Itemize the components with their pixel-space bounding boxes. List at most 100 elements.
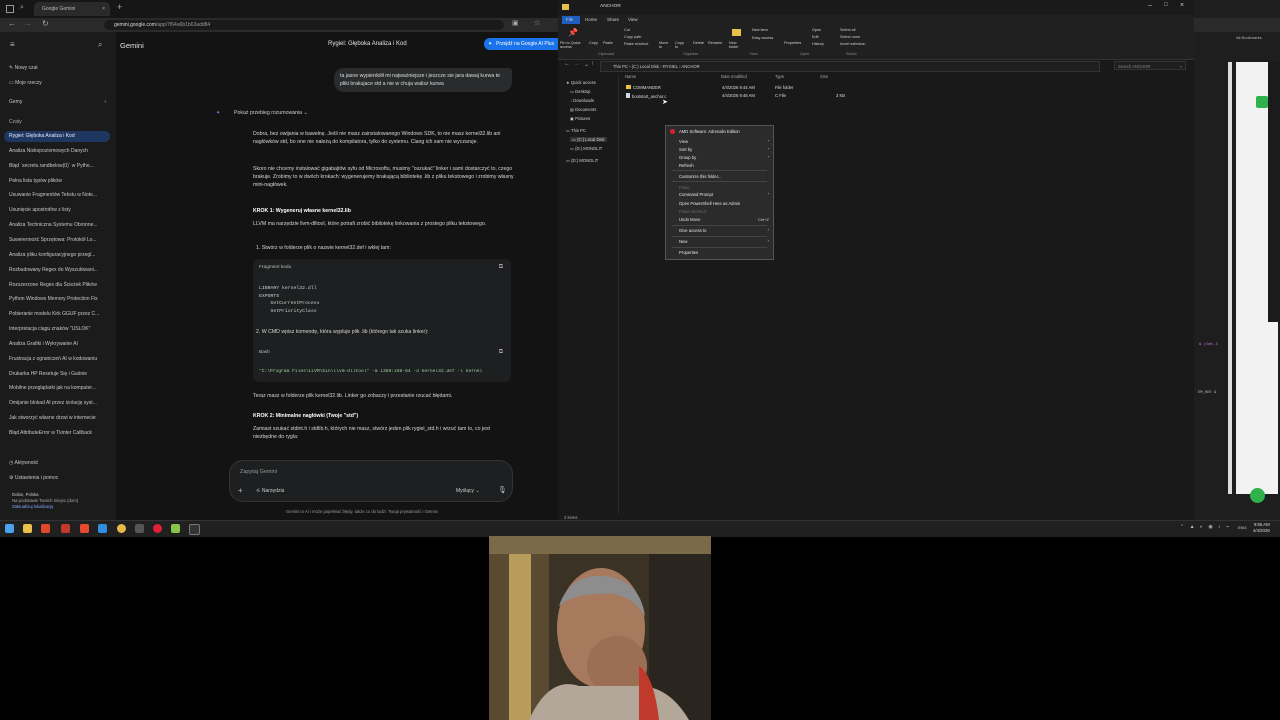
bookmarks-label[interactable]: All Bookmarks: [1236, 35, 1262, 40]
breadcrumb-rygiel[interactable]: RYGIEL: [663, 64, 678, 69]
context-menu-item[interactable]: Group by: [679, 155, 696, 160]
ribbon-tab-file-label[interactable]: File: [566, 17, 573, 22]
paste-shortcut-button[interactable]: Paste shortcut: [624, 42, 648, 46]
chat-list-item[interactable]: Drukarka HP Resetuje Się i Gaśnie: [4, 369, 110, 380]
nav-documents[interactable]: ▤ Documents: [570, 107, 596, 112]
back-icon[interactable]: ←: [8, 19, 16, 28]
nav-c-drive[interactable]: ▭ (C:) Local Disk: [570, 137, 607, 142]
upgrade-button[interactable]: ✦ Przejdź na Google AI Plus: [484, 38, 558, 50]
new-item-button[interactable]: New item: [752, 28, 768, 32]
my-content-button[interactable]: ▭ Moje rzeczy: [4, 78, 110, 89]
app-icon[interactable]: [80, 524, 89, 533]
green-check-icon[interactable]: [1256, 96, 1268, 108]
mic-icon[interactable]: 🎙: [498, 486, 507, 494]
chat-list-item[interactable]: Rozbudowany Regex do Wyszukiwani...: [4, 265, 110, 276]
tools-button[interactable]: ⚟ Narzędzia: [256, 488, 284, 494]
start-icon[interactable]: [5, 524, 14, 533]
extensions-icon[interactable]: ▣: [512, 19, 519, 27]
nav-this-pc[interactable]: ▭ This PC: [566, 128, 586, 133]
ribbon-tab-share[interactable]: Share: [607, 17, 619, 22]
clock[interactable]: 9:56 AM 4/4/2026: [1253, 522, 1270, 534]
scrollbar[interactable]: [1228, 62, 1232, 494]
context-menu-item[interactable]: Undo Move: [679, 217, 700, 222]
mode-selector[interactable]: Myślący ⌄: [456, 488, 480, 494]
chat-list-item[interactable]: Błąd `secrets.randbelow(0)` w Pytho...: [4, 161, 110, 172]
prompt-box[interactable]: Zapytaj Gemini + ⚟ Narzędzia Myślący ⌄ 🎙: [229, 460, 513, 502]
context-menu-item[interactable]: Command Prompt: [679, 192, 713, 197]
app-icon[interactable]: [153, 524, 162, 533]
new-tab-icon[interactable]: +: [117, 2, 122, 12]
terminal-icon[interactable]: [189, 524, 200, 535]
context-menu-item[interactable]: Sort by: [679, 147, 692, 152]
add-icon[interactable]: +: [238, 486, 243, 495]
search-box[interactable]: Search ANCHOR ⌕: [1114, 61, 1186, 70]
context-menu-item[interactable]: AMD Software: Adrenalin Edition: [679, 129, 740, 134]
explorer-task-icon[interactable]: [23, 524, 32, 533]
breadcrumb-pc[interactable]: This PC: [613, 64, 628, 69]
chat-list-item[interactable]: Błąd AttributeError w Tkinter Callback: [4, 428, 110, 439]
notepad-icon[interactable]: [171, 524, 180, 533]
bookmark-star-icon[interactable]: ☆: [534, 19, 540, 27]
chat-list-item[interactable]: Jak stworzyć własne drzwi w internecie: [4, 413, 110, 424]
nav-pictures[interactable]: ▣ Pictures: [570, 116, 590, 121]
nav-downloads[interactable]: ↓ Downloads: [570, 98, 594, 103]
context-menu-item[interactable]: Refresh: [679, 163, 694, 168]
paste-button[interactable]: Paste: [603, 41, 613, 45]
chat-list-item[interactable]: Python Windows Memory Protection Fix: [4, 294, 110, 305]
copy-icon[interactable]: ⧉: [499, 349, 503, 356]
context-menu-item[interactable]: Open PowerShell Here as Admin: [679, 201, 740, 206]
context-menu-item[interactable]: View: [679, 139, 688, 144]
breadcrumb-anchor[interactable]: ANCHOR: [681, 64, 699, 69]
forward-icon[interactable]: →: [574, 61, 580, 67]
prompt-input[interactable]: Zapytaj Gemini: [240, 469, 277, 475]
chat-list-item[interactable]: Interpretacja ciągu znaków "USLOK": [4, 324, 110, 335]
recent-icon[interactable]: ⌄: [584, 61, 589, 68]
column-size[interactable]: Size: [820, 74, 828, 79]
open-button[interactable]: Open: [812, 28, 821, 32]
activity-button[interactable]: ◷ Aktywność: [4, 458, 110, 469]
maximize-icon[interactable]: □: [1164, 2, 1168, 8]
sidebar-toggle-icon[interactable]: [6, 5, 14, 13]
reload-icon[interactable]: ↻: [42, 19, 49, 28]
history-button[interactable]: History: [812, 42, 824, 46]
context-menu-item[interactable]: Properties: [679, 250, 698, 255]
settings-button[interactable]: ⚙ Ustawienia i pomoc: [4, 473, 110, 484]
copy-path-button[interactable]: Copy path: [624, 35, 641, 39]
close-icon[interactable]: ×: [1180, 2, 1184, 9]
new-chat-button[interactable]: ✎ Nowy czat: [4, 63, 110, 74]
properties-button[interactable]: Properties: [784, 41, 801, 45]
column-name[interactable]: Name: [625, 74, 636, 79]
chat-list-item[interactable]: Omijanie blokad AI przez izolację syst..…: [4, 398, 110, 409]
tab-search-icon[interactable]: ⌕: [20, 4, 24, 12]
delete-button[interactable]: Delete: [693, 41, 704, 45]
ribbon-tab-view[interactable]: View: [628, 17, 638, 22]
search-icon[interactable]: ⌕: [98, 40, 102, 50]
menu-icon[interactable]: ≡: [10, 40, 15, 49]
select-all-button[interactable]: Select all: [840, 28, 855, 32]
pin-button[interactable]: Pin to Quick access: [560, 41, 588, 50]
rename-button[interactable]: Rename: [708, 41, 722, 45]
app-icon[interactable]: [135, 524, 144, 533]
column-date[interactable]: Date modified: [721, 74, 747, 79]
file-row[interactable]: COMMANDER 4/4/2026 9:44 AM File folder: [626, 85, 876, 90]
app-icon[interactable]: [61, 524, 70, 533]
tab-close-icon[interactable]: ×: [102, 2, 105, 16]
minimize-icon[interactable]: –: [1148, 2, 1152, 9]
nav-d-drive[interactable]: ▭ (D:) MONOLIT: [570, 146, 602, 151]
nav-desktop[interactable]: ▭ Desktop: [570, 89, 591, 94]
breadcrumb[interactable]: This PC › (C:) Local Disk › RYGIEL › ANC…: [600, 61, 1100, 72]
move-to-button[interactable]: Move to: [659, 41, 671, 50]
context-menu-item[interactable]: Give access to: [679, 228, 706, 233]
chat-list-item[interactable]: Analiza Techniczna Systemu Obronne...: [4, 220, 110, 231]
tab-gemini[interactable]: Google Gemini ×: [34, 2, 110, 16]
new-folder-button[interactable]: New folder: [729, 41, 743, 50]
context-menu-item[interactable]: Customize this folder...: [679, 174, 721, 179]
chat-list-item[interactable]: Pełna lista typów plików: [4, 176, 110, 187]
chat-list-item[interactable]: Rozszerzone Regex dla Ścieżek Plików: [4, 280, 110, 291]
gems-section[interactable]: Gemy ›: [4, 97, 110, 108]
back-icon[interactable]: ←: [564, 61, 570, 67]
chat-list-item[interactable]: Suwerenność Sprzętowa: Protokół Lo...: [4, 235, 110, 246]
chat-list-item[interactable]: Usuwanie Fragmentów Tekstu w Note...: [4, 190, 110, 201]
context-menu-item[interactable]: New: [679, 239, 687, 244]
ribbon-tab-home[interactable]: Home: [585, 17, 597, 22]
